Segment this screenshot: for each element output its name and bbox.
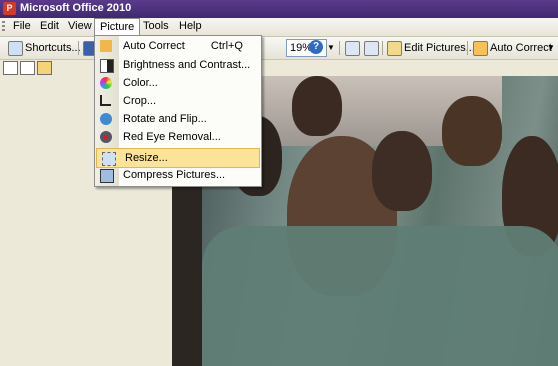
- menu-item-label: Red Eye Removal...: [123, 131, 221, 143]
- help-dropdown-arrow-icon[interactable]: ▼: [325, 39, 337, 57]
- menu-edit[interactable]: Edit: [35, 19, 64, 34]
- menu-item-brightness-contrast[interactable]: Brightness and Contrast...: [95, 56, 261, 74]
- brightness-contrast-icon: [100, 59, 114, 73]
- rotate-left-button[interactable]: [345, 39, 362, 57]
- red-eye-icon: [100, 131, 112, 143]
- crop-icon: [100, 95, 111, 106]
- menu-item-label: Color...: [123, 77, 158, 89]
- menu-help[interactable]: Help: [174, 19, 207, 34]
- menu-item-label: Crop...: [123, 95, 157, 107]
- toolbar-separator: [382, 41, 383, 55]
- title-bar: P Microsoft Office 2010: [0, 0, 558, 18]
- menu-tools[interactable]: Tools: [138, 19, 174, 34]
- menu-item-color[interactable]: Color...: [95, 74, 261, 92]
- menu-item-crop[interactable]: Crop...: [95, 92, 261, 110]
- standard-toolbar: Shortcuts... 19% ? ▼ Edit Pictures... Au…: [0, 37, 558, 60]
- menu-view[interactable]: View: [63, 19, 97, 34]
- menu-item-rotate-flip[interactable]: Rotate and Flip...: [95, 110, 261, 128]
- auto-correct-icon: [100, 40, 112, 52]
- photo-subject: [442, 96, 502, 166]
- menu-picture[interactable]: Picture: [94, 18, 141, 36]
- compress-icon: [100, 169, 114, 183]
- menu-file[interactable]: File: [8, 19, 36, 34]
- photo-jackets: [202, 226, 558, 366]
- shortcut-label: Ctrl+Q: [210, 40, 243, 52]
- toolbar-separator: [78, 41, 79, 55]
- menu-item-label: Rotate and Flip...: [123, 113, 207, 125]
- resize-icon: [102, 152, 116, 166]
- toolbar-separator: [467, 41, 468, 55]
- rotate-right-button[interactable]: [364, 39, 381, 57]
- menubar-grip-icon[interactable]: [2, 21, 5, 33]
- toolbar-separator: [339, 41, 340, 55]
- photo-subject: [372, 131, 432, 211]
- menu-item-label: Auto Correct: [123, 40, 185, 52]
- picture-menu-dropdown: Auto Correct Ctrl+Q Brightness and Contr…: [94, 35, 262, 187]
- menu-item-auto-correct[interactable]: Auto Correct Ctrl+Q: [95, 37, 261, 55]
- menu-item-label: Resize...: [125, 152, 168, 164]
- photo-subject: [292, 76, 342, 136]
- auto-correct-icon: [473, 40, 488, 56]
- toolbar-options-icon[interactable]: ▼: [545, 39, 557, 57]
- color-wheel-icon: [100, 77, 112, 89]
- window-title: Microsoft Office 2010: [20, 2, 132, 14]
- help-icon[interactable]: ?: [309, 40, 323, 54]
- view-toolbar: [0, 60, 558, 76]
- rotate-right-icon: [364, 40, 379, 56]
- edit-pictures-label: Edit Pictures...: [404, 42, 475, 54]
- shortcuts-button[interactable]: Shortcuts...: [8, 39, 81, 57]
- menu-item-resize[interactable]: Resize...: [96, 148, 260, 168]
- menu-item-label: Compress Pictures...: [123, 169, 226, 181]
- office-app-icon: P: [3, 2, 16, 15]
- thumbnail-view-icon[interactable]: [3, 61, 18, 75]
- filmstrip-view-icon[interactable]: [20, 61, 35, 75]
- auto-correct-label: Auto Correct: [490, 42, 552, 54]
- shortcuts-label: Shortcuts...: [25, 42, 81, 54]
- menu-item-compress-pictures[interactable]: Compress Pictures...: [95, 166, 261, 184]
- shortcuts-icon: [8, 40, 23, 56]
- rotate-flip-icon: [100, 113, 112, 125]
- edit-pictures-button[interactable]: Edit Pictures...: [387, 39, 475, 57]
- menu-item-red-eye-removal[interactable]: Red Eye Removal...: [95, 128, 261, 146]
- rotate-left-icon: [345, 40, 360, 56]
- auto-correct-button[interactable]: Auto Correct: [473, 39, 552, 57]
- single-picture-view-icon[interactable]: [37, 61, 52, 75]
- menu-item-label: Brightness and Contrast...: [123, 59, 251, 71]
- menu-bar: File Edit View Picture Tools Help: [0, 18, 558, 37]
- edit-pictures-icon: [387, 40, 402, 56]
